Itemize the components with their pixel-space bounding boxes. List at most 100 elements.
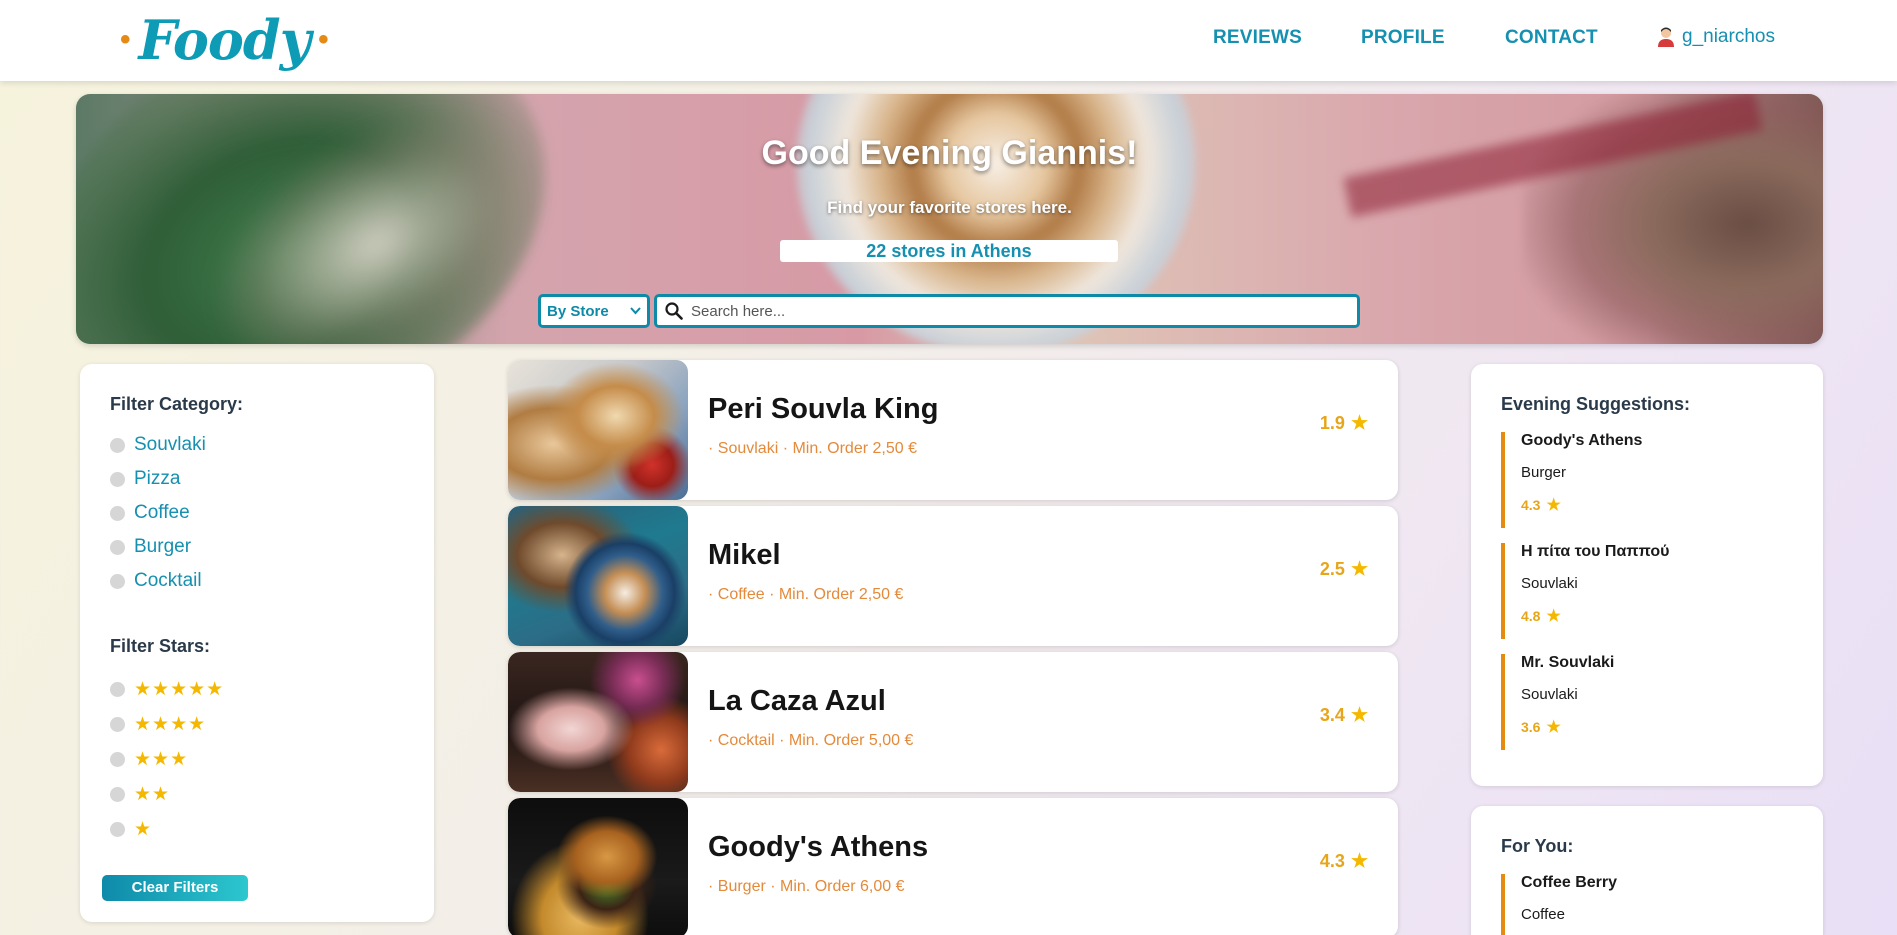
category-option-pizza[interactable]: Pizza bbox=[110, 468, 180, 490]
suggestion-item[interactable]: Goody's Athens Burger 4.3 ★ bbox=[1501, 432, 1642, 528]
star-option-1[interactable]: ★ bbox=[110, 818, 152, 841]
suggestion-rating: 4.8 ★ bbox=[1521, 606, 1669, 626]
for-you-heading: For You: bbox=[1501, 836, 1574, 856]
nav-link-reviews[interactable]: REVIEWS bbox=[1213, 27, 1302, 49]
rating-value: 4.8 bbox=[1521, 608, 1541, 624]
category-option-coffee[interactable]: Coffee bbox=[110, 502, 190, 524]
for-you-panel: For You: Coffee Berry Coffee bbox=[1471, 806, 1823, 935]
suggestion-category: Burger bbox=[1521, 464, 1567, 481]
greeting-subtitle: Find your favorite stores here. bbox=[827, 198, 1072, 217]
logo-dot-right: • bbox=[318, 23, 329, 56]
navbar: • Foody • REVIEWS PROFILE CONTACT g_niar… bbox=[0, 0, 1897, 81]
for-you-category: Coffee bbox=[1521, 906, 1565, 923]
logo[interactable]: • Foody • bbox=[112, 4, 337, 76]
nav-link-profile[interactable]: PROFILE bbox=[1361, 27, 1445, 49]
search-field[interactable] bbox=[654, 294, 1360, 328]
star-rating-icons: ★★ bbox=[134, 784, 171, 805]
suggestions-heading: Evening Suggestions: bbox=[1501, 394, 1691, 414]
store-name[interactable]: Peri Souvla King bbox=[708, 393, 938, 426]
user-name: g_niarchos bbox=[1682, 26, 1775, 47]
category-label: Cocktail bbox=[134, 570, 202, 591]
store-count-badge: 22 stores in Athens bbox=[780, 240, 1118, 262]
chevron-down-icon bbox=[630, 307, 641, 315]
radio-button[interactable] bbox=[110, 787, 125, 802]
category-option-burger[interactable]: Burger bbox=[110, 536, 191, 558]
burger-photo bbox=[508, 798, 688, 935]
store-card[interactable]: Goody's Athens · Burger · Min. Order 6,0… bbox=[508, 798, 1398, 935]
logo-text: Foody bbox=[138, 8, 312, 72]
star-icon: ★ bbox=[1350, 705, 1368, 726]
radio-button[interactable] bbox=[110, 717, 125, 732]
evening-suggestions-panel: Evening Suggestions: Goody's Athens Burg… bbox=[1471, 364, 1823, 786]
rating-value: 4.3 bbox=[1319, 851, 1345, 871]
suggestion-name[interactable]: Goody's Athens bbox=[1521, 432, 1642, 450]
rating-value: 4.3 bbox=[1521, 497, 1541, 513]
rating-value: 2.5 bbox=[1319, 559, 1345, 579]
user-menu[interactable]: g_niarchos bbox=[1656, 26, 1775, 48]
user-avatar-icon bbox=[1658, 27, 1674, 47]
coffee-photo bbox=[508, 506, 688, 646]
search-bar: By Store bbox=[538, 294, 1360, 328]
filter-category-heading: Filter Category: bbox=[110, 394, 244, 414]
store-card[interactable]: Mikel · Coffee · Min. Order 2,50 € 2.5 ★ bbox=[508, 506, 1398, 646]
filter-panel: Filter Category: Souvlaki Pizza Coffee B… bbox=[80, 364, 434, 922]
category-option-cocktail[interactable]: Cocktail bbox=[110, 570, 202, 592]
star-icon: ★ bbox=[1546, 497, 1561, 514]
rating-value: 3.6 bbox=[1521, 719, 1541, 735]
rating-value: 3.4 bbox=[1319, 705, 1345, 725]
store-rating: 4.3 ★ bbox=[1320, 850, 1368, 873]
for-you-item[interactable]: Coffee Berry Coffee bbox=[1501, 874, 1617, 935]
star-icon: ★ bbox=[1546, 719, 1561, 736]
star-option-5[interactable]: ★★★★★ bbox=[110, 678, 224, 701]
radio-button[interactable] bbox=[110, 682, 125, 697]
for-you-name[interactable]: Coffee Berry bbox=[1521, 874, 1617, 892]
search-icon bbox=[665, 302, 683, 320]
radio-button[interactable] bbox=[110, 539, 125, 555]
rating-value: 1.9 bbox=[1319, 413, 1345, 433]
store-card[interactable]: La Caza Azul · Cocktail · Min. Order 5,0… bbox=[508, 652, 1398, 792]
store-meta: · Burger · Min. Order 6,00 € bbox=[708, 878, 905, 895]
category-label: Burger bbox=[134, 536, 192, 557]
star-rating-icons: ★★★★ bbox=[134, 714, 207, 735]
store-name[interactable]: Mikel bbox=[708, 539, 781, 572]
search-input[interactable] bbox=[691, 302, 1349, 320]
store-name[interactable]: La Caza Azul bbox=[708, 685, 886, 718]
store-meta: · Souvlaki · Min. Order 2,50 € bbox=[708, 440, 917, 457]
suggestion-name[interactable]: Η πίτα του Παππού bbox=[1521, 543, 1669, 561]
star-rating-icons: ★ bbox=[134, 819, 153, 840]
cocktail-photo bbox=[508, 652, 688, 792]
radio-button[interactable] bbox=[110, 437, 125, 453]
store-card[interactable]: Peri Souvla King · Souvlaki · Min. Order… bbox=[508, 360, 1398, 500]
store-rating: 1.9 ★ bbox=[1320, 412, 1368, 435]
store-meta: · Cocktail · Min. Order 5,00 € bbox=[708, 732, 914, 749]
radio-button[interactable] bbox=[110, 752, 125, 767]
nav-link-contact[interactable]: CONTACT bbox=[1505, 27, 1598, 49]
suggestion-category: Souvlaki bbox=[1521, 575, 1578, 592]
star-option-2[interactable]: ★★ bbox=[110, 783, 170, 806]
clear-filters-button[interactable]: Clear Filters bbox=[102, 875, 248, 901]
radio-button[interactable] bbox=[110, 505, 125, 521]
store-name[interactable]: Goody's Athens bbox=[708, 831, 928, 864]
category-label: Souvlaki bbox=[134, 434, 206, 455]
star-rating-icons: ★★★★★ bbox=[134, 679, 225, 700]
logo-dot-left: • bbox=[120, 23, 131, 56]
star-rating-icons: ★★★ bbox=[134, 749, 189, 770]
suggestion-category: Souvlaki bbox=[1521, 686, 1578, 703]
hero-banner: Good Evening Giannis! Find your favorite… bbox=[76, 94, 1823, 344]
star-option-4[interactable]: ★★★★ bbox=[110, 713, 206, 736]
radio-button[interactable] bbox=[110, 573, 125, 589]
search-mode-value: By Store bbox=[547, 302, 609, 320]
suggestion-item[interactable]: Η πίτα του Παππού Souvlaki 4.8 ★ bbox=[1501, 543, 1669, 639]
star-option-3[interactable]: ★★★ bbox=[110, 748, 188, 771]
suggestion-name[interactable]: Mr. Souvlaki bbox=[1521, 654, 1614, 672]
search-mode-select[interactable]: By Store bbox=[538, 294, 650, 328]
suggestion-item[interactable]: Mr. Souvlaki Souvlaki 3.6 ★ bbox=[1501, 654, 1614, 750]
souvlaki-photo bbox=[508, 360, 688, 500]
category-option-souvlaki[interactable]: Souvlaki bbox=[110, 434, 206, 456]
greeting-title: Good Evening Giannis! bbox=[761, 134, 1138, 172]
suggestion-rating: 4.3 ★ bbox=[1521, 495, 1642, 515]
radio-button[interactable] bbox=[110, 471, 125, 487]
radio-button[interactable] bbox=[110, 822, 125, 837]
star-icon: ★ bbox=[1546, 608, 1561, 625]
store-rating: 3.4 ★ bbox=[1320, 704, 1368, 727]
